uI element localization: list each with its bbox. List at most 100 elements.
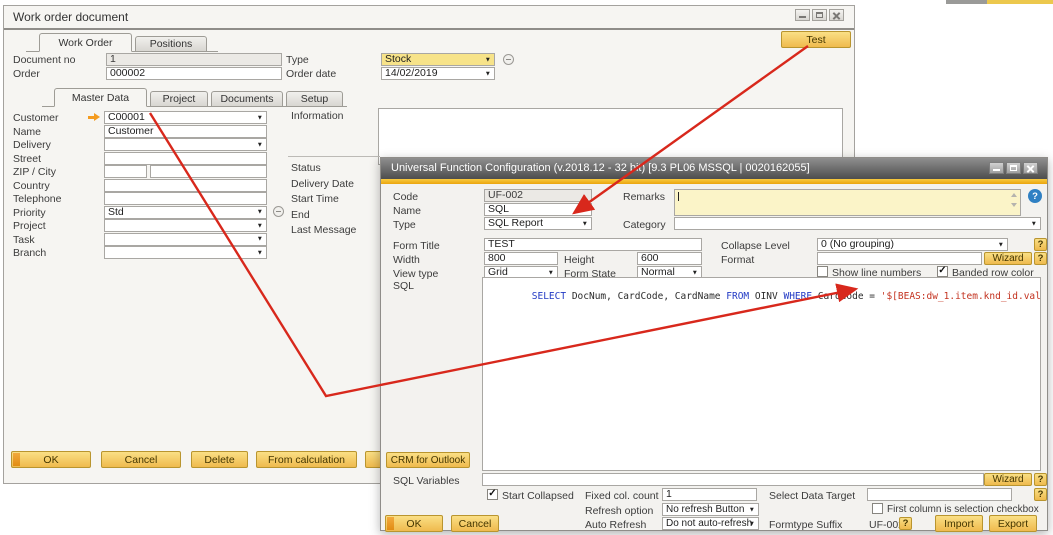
format-wizard-button[interactable]: Wizard [984, 252, 1032, 265]
order-field[interactable]: 000002 [106, 67, 282, 80]
refresh-option-dropdown[interactable]: No refresh Button ▼ [662, 503, 759, 516]
formtype-suffix-help-button[interactable]: ? [899, 517, 912, 530]
telephone-field[interactable] [104, 192, 267, 205]
format-label: Format [721, 254, 754, 266]
collapse-level-label: Collapse Level [721, 240, 790, 252]
link-arrow-icon[interactable] [88, 113, 101, 122]
dropdown-arrow-icon: ▼ [582, 218, 588, 229]
code-label: Code [393, 191, 418, 203]
uf-ok-button[interactable]: OK [385, 515, 443, 532]
zip-field[interactable] [104, 165, 147, 178]
branch-dropdown[interactable]: ▼ [104, 246, 267, 259]
uf-cancel-button[interactable]: Cancel [451, 515, 499, 532]
uf-name-field[interactable]: SQL [484, 203, 592, 216]
help-icon[interactable]: ? [1028, 189, 1042, 203]
sql-variables-label: SQL Variables [393, 475, 460, 487]
export-button[interactable]: Export [989, 515, 1037, 532]
delivery-dropdown[interactable]: ▼ [104, 138, 267, 151]
import-button[interactable]: Import [935, 515, 983, 532]
window-title: Work order document [13, 11, 128, 23]
show-line-numbers-checkbox[interactable]: ✓ [817, 266, 828, 277]
sql-variables-wizard-button[interactable]: Wizard [984, 473, 1032, 486]
type-label: Type [286, 54, 309, 66]
format-help-button[interactable]: ? [1034, 252, 1047, 265]
order-date-dropdown[interactable]: 14/02/2019 ▼ [381, 67, 495, 80]
sql-variables-field[interactable] [482, 473, 984, 486]
delivery-date-label: Delivery Date [291, 178, 354, 190]
uf-name-label: Name [393, 205, 421, 217]
tab-master-data[interactable]: Master Data [54, 88, 147, 107]
customer-dropdown[interactable]: C00001 ▼ [104, 111, 267, 124]
task-dropdown[interactable]: ▼ [104, 233, 267, 246]
height-label: Height [564, 254, 594, 266]
ok-button[interactable]: OK [11, 451, 91, 468]
height-field[interactable]: 600 [637, 252, 702, 265]
tab-documents[interactable]: Documents [211, 91, 283, 107]
spinner-up-icon[interactable] [1011, 193, 1017, 197]
telephone-label: Telephone [13, 193, 61, 205]
dropdown-arrow-icon: ▼ [257, 220, 263, 231]
collapse-level-dropdown[interactable]: 0 (No grouping) ▼ [817, 238, 1008, 251]
maximize-icon[interactable] [1006, 162, 1021, 174]
name-label: Name [13, 126, 41, 138]
first-column-selection-checkbox[interactable]: ✓ [872, 503, 883, 514]
type-dropdown[interactable]: Stock ▼ [381, 53, 495, 66]
format-field[interactable] [817, 252, 982, 265]
auto-refresh-dropdown[interactable]: Do not auto-refresh ▼ [662, 517, 759, 530]
dropdown-arrow-icon: ▼ [257, 139, 263, 150]
cancel-button[interactable]: Cancel [101, 451, 181, 468]
delete-button[interactable]: Delete [191, 451, 248, 468]
dropdown-arrow-icon: ▼ [749, 504, 755, 515]
type-options-icon[interactable] [503, 54, 514, 65]
minimize-icon[interactable] [989, 162, 1004, 174]
sql-editor[interactable]: SELECT DocNum, CardCode, CardName FROM O… [482, 277, 1041, 471]
uf-window-title: Universal Function Configuration (v.2018… [391, 162, 810, 174]
status-group-line [288, 156, 380, 157]
document-no-label: Document no [13, 54, 75, 66]
remarks-label: Remarks [623, 191, 665, 203]
fixed-col-count-field[interactable]: 1 [662, 488, 757, 501]
banded-row-color-checkbox[interactable]: ✓ [937, 266, 948, 277]
tab-positions[interactable]: Positions [135, 36, 207, 52]
background-window-sliver-gold [987, 0, 1053, 4]
form-title-field[interactable]: TEST [484, 238, 702, 251]
start-time-label: Start Time [291, 193, 339, 205]
task-label: Task [13, 234, 35, 246]
minimize-icon[interactable] [795, 9, 810, 21]
city-field[interactable] [150, 165, 267, 178]
start-collapsed-checkbox[interactable]: ✓ [487, 489, 498, 500]
start-collapsed-label: Start Collapsed [502, 490, 574, 502]
close-icon[interactable] [829, 9, 844, 21]
sql-variables-help-button[interactable]: ? [1034, 473, 1047, 486]
project-dropdown[interactable]: ▼ [104, 219, 267, 232]
spinner-down-icon[interactable] [1011, 203, 1017, 207]
tab-project[interactable]: Project [150, 91, 208, 107]
text-caret [678, 192, 679, 201]
dropdown-arrow-icon: ▼ [257, 247, 263, 258]
order-date-label: Order date [286, 68, 336, 80]
priority-options-icon[interactable] [273, 206, 284, 217]
country-label: Country [13, 180, 50, 192]
category-dropdown[interactable]: ▼ [674, 217, 1041, 230]
street-field[interactable] [104, 152, 267, 165]
crm-for-outlook-button[interactable]: CRM for Outlook [386, 452, 470, 468]
uf-type-label: Type [393, 219, 416, 231]
name-field[interactable]: Customer [104, 125, 267, 138]
country-field[interactable] [104, 179, 267, 192]
close-icon[interactable] [1023, 162, 1038, 174]
from-calculation-button[interactable]: From calculation [256, 451, 357, 468]
test-button[interactable]: Test [781, 31, 851, 48]
uf-type-dropdown[interactable]: SQL Report ▼ [484, 217, 592, 230]
tab-setup[interactable]: Setup [286, 91, 343, 107]
maximize-icon[interactable] [812, 9, 827, 21]
category-label: Category [623, 219, 666, 231]
priority-dropdown[interactable]: Std ▼ [104, 206, 267, 219]
width-field[interactable]: 800 [484, 252, 558, 265]
collapse-help-button[interactable]: ? [1034, 238, 1047, 251]
select-data-target-help-button[interactable]: ? [1034, 488, 1047, 501]
select-data-target-field[interactable] [867, 488, 1012, 501]
refresh-option-label: Refresh option [585, 505, 653, 517]
remarks-field[interactable] [674, 189, 1021, 216]
delivery-label: Delivery [13, 139, 51, 151]
tab-work-order[interactable]: Work Order [39, 33, 132, 52]
